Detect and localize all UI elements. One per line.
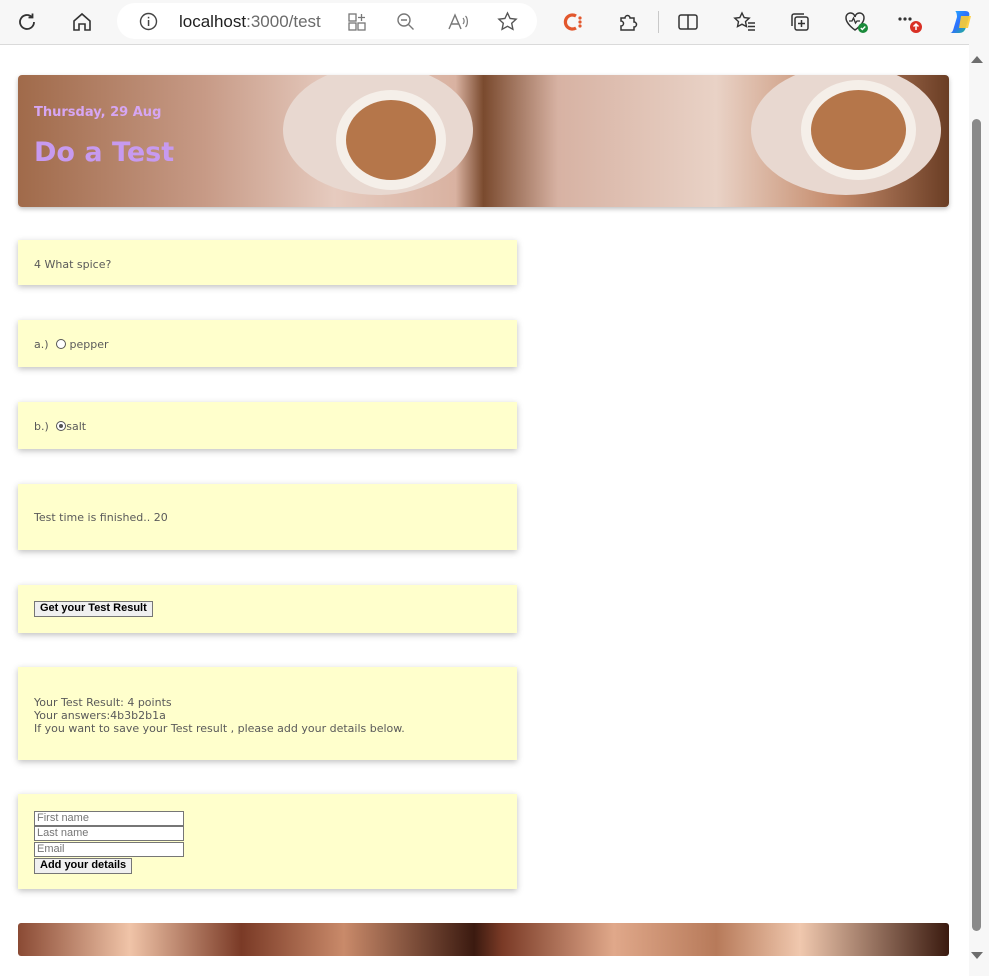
toolbar-divider <box>658 11 659 33</box>
header-date: Thursday, 29 Aug <box>34 105 162 120</box>
scrollbar[interactable] <box>969 44 989 976</box>
info-icon[interactable] <box>139 12 158 35</box>
zoom-out-icon[interactable] <box>396 12 416 36</box>
option-radio[interactable] <box>56 339 67 349</box>
footer-banner <box>18 923 949 956</box>
home-icon[interactable] <box>66 6 98 38</box>
option-label: pepper <box>69 338 109 351</box>
option-row[interactable]: b.) salt <box>34 420 86 433</box>
extension-c-icon[interactable] <box>557 6 589 38</box>
read-aloud-icon[interactable] <box>447 12 469 36</box>
result-points: Your Test Result: 4 points <box>34 696 172 709</box>
url-text[interactable]: localhost:3000/test <box>179 12 321 32</box>
option-prefix: b.) <box>34 420 49 433</box>
add-details-button[interactable]: Add your details <box>34 858 133 874</box>
question-text: 4 What spice? <box>34 258 112 271</box>
option-prefix: a.) <box>34 338 49 351</box>
address-bar[interactable]: localhost:3000/test <box>117 3 537 39</box>
result-button-card: Get your Test Result <box>18 585 517 633</box>
scroll-thumb[interactable] <box>972 119 981 931</box>
coffee-image <box>346 100 436 180</box>
get-result-button[interactable]: Get your Test Result <box>34 601 153 617</box>
puzzle-icon[interactable] <box>612 6 644 38</box>
page-viewport: Thursday, 29 Aug Do a Test 4 What spice?… <box>0 44 970 977</box>
collections-icon[interactable] <box>784 6 816 38</box>
star-icon[interactable] <box>497 11 518 36</box>
more-icon[interactable] <box>893 6 925 38</box>
option-card[interactable]: b.) salt <box>18 402 517 449</box>
last-name-field[interactable]: Last name <box>34 826 184 841</box>
url-host: localhost <box>179 12 247 31</box>
url-path: :3000/test <box>246 12 321 31</box>
result-instructions: If you want to save your Test result , p… <box>34 722 405 735</box>
scroll-up-arrow-icon[interactable] <box>971 56 983 63</box>
page-title: Do a Test <box>34 137 175 168</box>
option-card[interactable]: a.) pepper <box>18 320 517 367</box>
question-card: 4 What spice? <box>18 240 517 285</box>
favorites-icon[interactable] <box>729 6 761 38</box>
first-name-field[interactable]: First name <box>34 811 184 826</box>
timer-text: Test time is finished.. 20 <box>34 511 168 524</box>
result-card: Your Test Result: 4 points Your answers:… <box>18 667 517 760</box>
add-app-icon[interactable] <box>347 12 367 36</box>
result-text: Your Test Result: 4 points Your answers:… <box>34 696 405 735</box>
email-field[interactable]: Email <box>34 842 184 857</box>
coffee-image-2 <box>811 90 906 170</box>
scroll-down-arrow-icon[interactable] <box>971 952 983 959</box>
refresh-icon[interactable] <box>11 6 43 38</box>
option-row[interactable]: a.) pepper <box>34 338 109 351</box>
copilot-icon[interactable] <box>946 6 978 38</box>
header-banner: Thursday, 29 Aug Do a Test <box>18 75 949 207</box>
details-form-card: First name Last name Email Add your deta… <box>18 794 517 889</box>
result-answers: Your answers:4b3b2b1a <box>34 709 166 722</box>
browser-toolbar: localhost:3000/test <box>0 0 989 44</box>
option-label: salt <box>66 420 87 433</box>
option-radio[interactable] <box>56 421 67 431</box>
browser-essentials-icon[interactable] <box>840 6 872 38</box>
split-screen-icon[interactable] <box>672 6 704 38</box>
timer-card: Test time is finished.. 20 <box>18 484 517 550</box>
